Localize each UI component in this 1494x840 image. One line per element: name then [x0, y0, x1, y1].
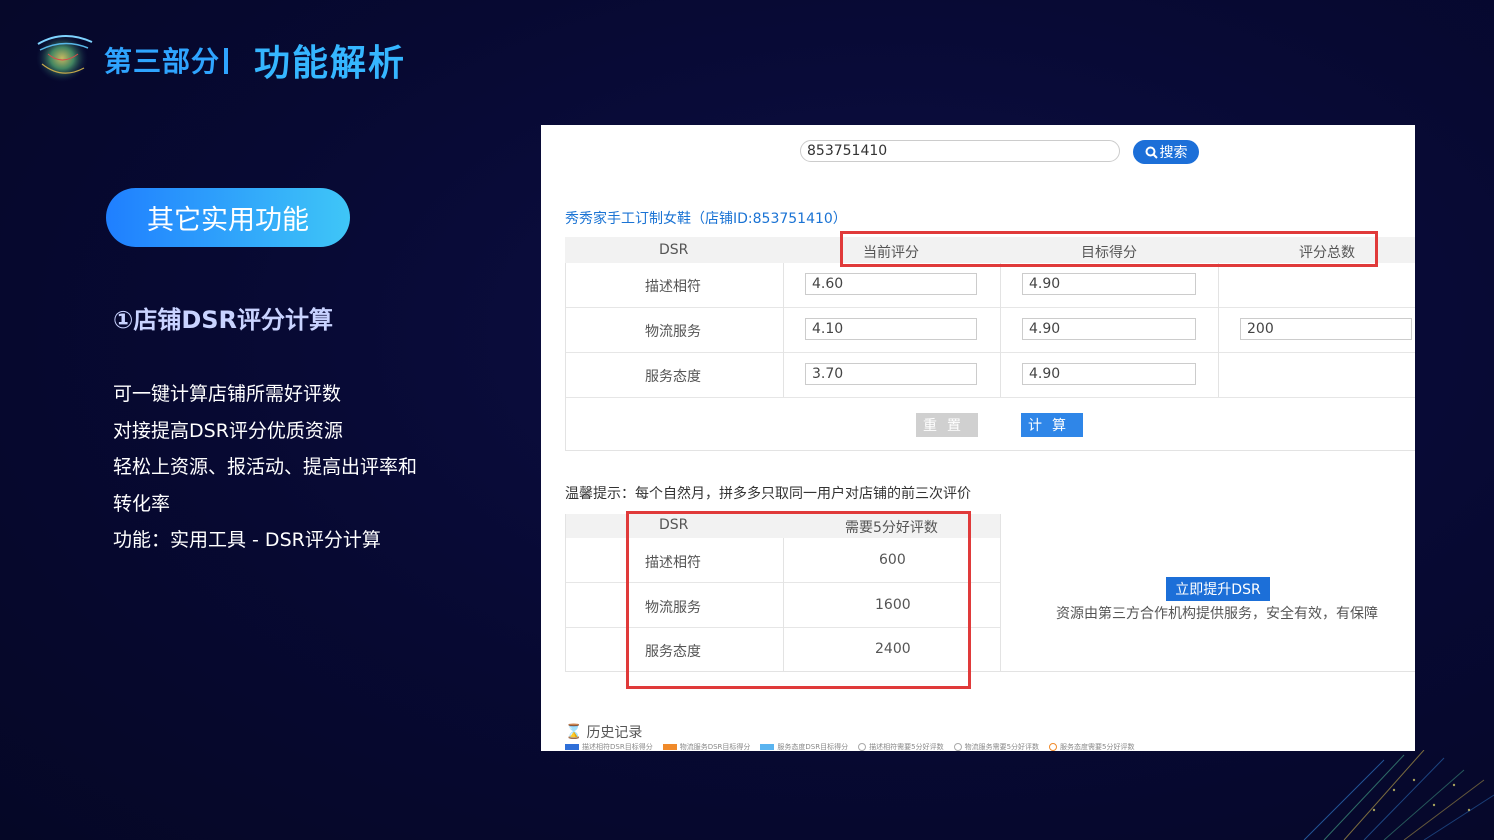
- search-icon: [1145, 146, 1158, 159]
- desc-line: 轻松上资源、报活动、提高出评率和: [113, 456, 418, 478]
- desc-line: 功能：实用工具 - DSR评分计算: [113, 529, 381, 551]
- legend-item[interactable]: 物流服务DSR目标得分: [662, 742, 750, 751]
- table-border: [1000, 514, 1001, 672]
- chart-legend: 描述相符DSR目标得分 物流服务DSR目标得分 服务态度DSR目标得分 描述相符…: [565, 742, 1135, 751]
- page-title: 功能解析: [254, 43, 407, 84]
- col-header-dsr: DSR: [659, 242, 689, 258]
- subheading: ①店铺DSR评分计算: [113, 306, 334, 334]
- table-row: 服务态度 3.70 4.90: [565, 353, 1415, 398]
- section-label: 第三部分: [104, 45, 221, 78]
- desc-line: 对接提高DSR评分优质资源: [113, 419, 343, 442]
- history-label: 历史记录: [586, 725, 643, 741]
- hourglass-icon: ⌛: [565, 724, 583, 740]
- history-section: ⌛ 历史记录: [565, 722, 642, 742]
- total-count-input[interactable]: 200: [1240, 318, 1412, 340]
- shop-name: 秀秀家手工订制女鞋（店铺ID:853751410）: [565, 211, 847, 227]
- table-border: [565, 263, 566, 451]
- feature-pill: 其它实用功能: [106, 188, 350, 247]
- globe-logo-icon: [36, 34, 93, 82]
- dsr-tool-screenshot: 853751410 搜索 秀秀家手工订制女鞋（店铺ID:853751410） D…: [541, 125, 1415, 751]
- table-border: [565, 450, 1415, 451]
- table-border: [565, 514, 566, 672]
- search-button-label: 搜索: [1159, 145, 1188, 161]
- highlight-box: [626, 511, 971, 689]
- desc-line: 可一键计算店铺所需好评数: [113, 383, 342, 405]
- current-score-input[interactable]: 4.10: [805, 318, 977, 340]
- boost-dsr-button[interactable]: 立即提升DSR: [1166, 577, 1270, 601]
- legend-item[interactable]: 服务态度DSR目标得分: [760, 742, 848, 751]
- current-score-input[interactable]: 4.60: [805, 273, 977, 295]
- table-border: [783, 263, 784, 397]
- current-score-input[interactable]: 3.70: [805, 363, 977, 385]
- legend-item[interactable]: 物流服务需要5分好评数: [953, 742, 1039, 751]
- table-row: 描述相符 4.60 4.90: [565, 263, 1415, 308]
- tip-text: 温馨提示：每个自然月，拼多多只取同一用户对店铺的前三次评价: [565, 486, 971, 502]
- table-row: 物流服务 4.10 4.90 200: [565, 308, 1415, 353]
- header-divider: [224, 48, 228, 74]
- desc-line: 转化率: [113, 492, 171, 515]
- decorative-particles-icon: [1303, 750, 1494, 840]
- search-input[interactable]: 853751410: [800, 140, 1120, 162]
- search-button[interactable]: 搜索: [1133, 140, 1199, 164]
- description: 可一键计算店铺所需好评数 对接提高DSR评分优质资源 轻松上资源、报活动、提高出…: [113, 376, 473, 559]
- target-score-input[interactable]: 4.90: [1022, 273, 1196, 295]
- row-label: 服务态度: [645, 369, 701, 385]
- highlight-box: [840, 231, 1378, 267]
- reset-button[interactable]: 重置: [916, 413, 978, 437]
- row-label: 描述相符: [645, 279, 701, 295]
- boost-note: 资源由第三方合作机构提供服务，安全有效，有保障: [1056, 606, 1378, 622]
- legend-item[interactable]: 服务态度需要5分好评数: [1049, 742, 1135, 751]
- legend-item[interactable]: 描述相符需要5分好评数: [858, 742, 944, 751]
- table-border: [1000, 263, 1001, 397]
- table-border: [1218, 263, 1219, 397]
- target-score-input[interactable]: 4.90: [1022, 318, 1196, 340]
- row-label: 物流服务: [645, 324, 701, 340]
- calculate-button[interactable]: 计算: [1021, 413, 1083, 437]
- target-score-input[interactable]: 4.90: [1022, 363, 1196, 385]
- legend-item[interactable]: 描述相符DSR目标得分: [565, 742, 653, 751]
- feature-pill-label: 其它实用功能: [147, 205, 309, 236]
